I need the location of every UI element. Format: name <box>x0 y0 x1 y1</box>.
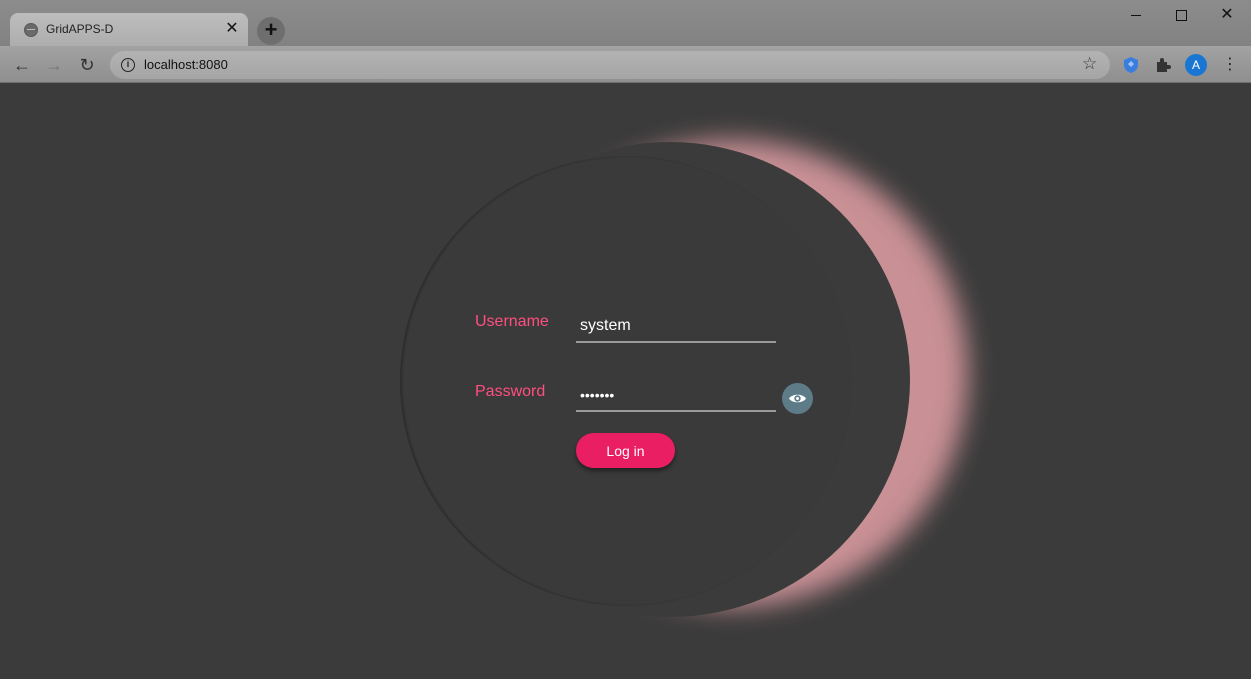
forward-arrow-icon[interactable]: → <box>43 54 65 76</box>
window-close-icon[interactable]: ✕ <box>1204 0 1250 30</box>
kebab-menu-icon[interactable]: ⋮ <box>1222 54 1238 76</box>
toggle-password-visibility-button[interactable] <box>782 383 813 414</box>
login-circle <box>400 156 852 606</box>
tab-close-icon[interactable]: ✕ <box>224 20 240 38</box>
password-masked-value: ••••••• <box>580 387 615 403</box>
url-text[interactable]: localhost:8080 <box>144 57 228 72</box>
username-label: Username <box>475 313 549 330</box>
password-label: Password <box>475 383 546 400</box>
back-arrow-icon[interactable]: ← <box>11 54 33 76</box>
eye-icon <box>789 394 806 403</box>
reload-icon[interactable]: ↻ <box>76 54 98 76</box>
username-input[interactable] <box>576 313 776 343</box>
browser-toolbar: ← → ↻ i localhost:8080 ☆ A ⋮ <box>0 46 1251 83</box>
bookmark-star-icon[interactable]: ☆ <box>1082 54 1097 74</box>
login-page: Username Password ••••••• Log in <box>0 84 1251 679</box>
info-icon[interactable]: i <box>121 58 135 72</box>
minimize-icon[interactable] <box>1113 0 1159 30</box>
tab-title: GridAPPS-D <box>46 22 114 36</box>
extension-shield-icon[interactable] <box>1122 56 1140 74</box>
browser-tab[interactable]: GridAPPS-D ✕ <box>10 13 248 47</box>
globe-icon <box>24 23 38 37</box>
maximize-icon[interactable] <box>1158 0 1204 30</box>
address-bar[interactable]: i localhost:8080 ☆ <box>110 51 1110 79</box>
new-tab-button[interactable]: + <box>257 17 285 45</box>
login-button[interactable]: Log in <box>576 433 675 468</box>
browser-tab-bar: GridAPPS-D ✕ + ✕ <box>0 0 1251 47</box>
puzzle-extensions-icon[interactable] <box>1154 56 1172 74</box>
profile-avatar[interactable]: A <box>1185 54 1207 76</box>
